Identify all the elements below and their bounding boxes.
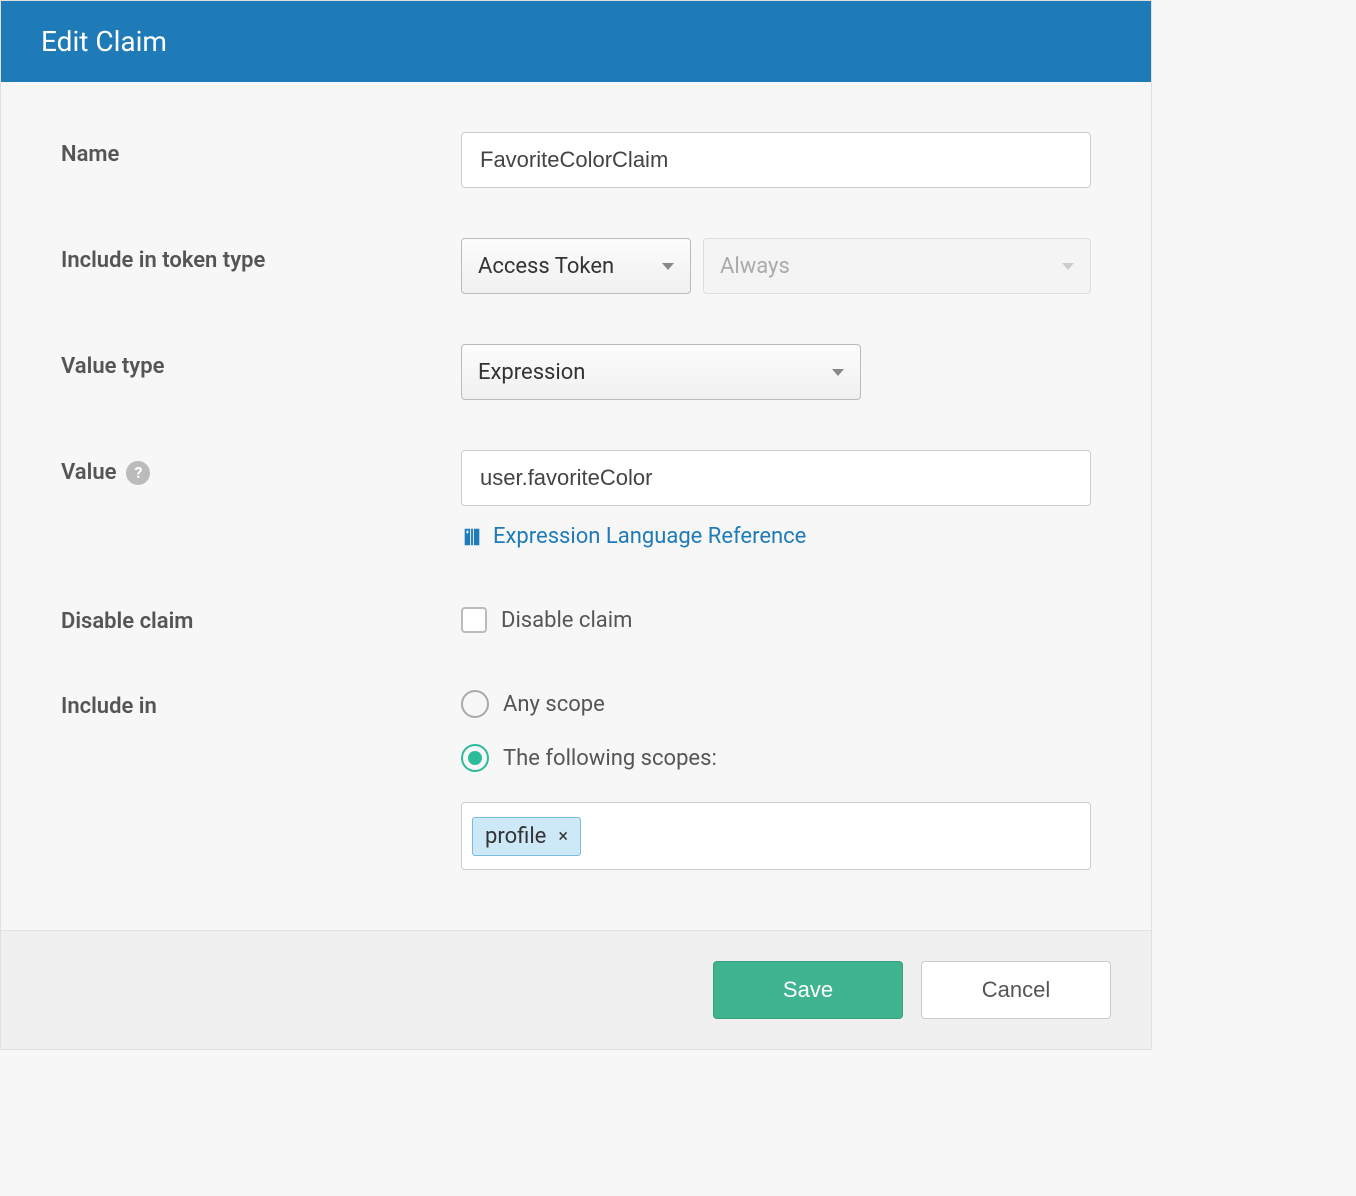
token-when-value: Always: [720, 254, 790, 279]
label-include-token-type: Include in token type: [61, 238, 461, 273]
name-input[interactable]: [461, 132, 1091, 188]
row-name: Name: [61, 132, 1091, 188]
label-value-type: Value type: [61, 344, 461, 379]
label-name: Name: [61, 132, 461, 167]
book-icon: [461, 526, 483, 548]
scope-tag: profile ×: [472, 817, 581, 856]
expression-reference-link[interactable]: Expression Language Reference: [461, 524, 1091, 549]
label-disable-claim: Disable claim: [61, 599, 461, 634]
row-disable-claim: Disable claim Disable claim: [61, 599, 1091, 634]
modal-title: Edit Claim: [41, 25, 167, 58]
row-include-in: Include in Any scope The following scope…: [61, 684, 1091, 870]
token-type-select[interactable]: Access Token: [461, 238, 691, 294]
include-in-radio-group: Any scope The following scopes:: [461, 684, 1091, 772]
radio-following-scopes-label: The following scopes:: [503, 746, 717, 771]
disable-claim-checkbox[interactable]: [461, 607, 487, 633]
scope-tag-label: profile: [485, 824, 546, 849]
cancel-button[interactable]: Cancel: [921, 961, 1111, 1019]
label-value: Value ?: [61, 450, 461, 485]
value-type-value: Expression: [478, 360, 585, 385]
radio-following-scopes-input[interactable]: [461, 744, 489, 772]
modal-body: Name Include in token type Access Token …: [1, 82, 1151, 930]
row-value: Value ? Expression Language Reference: [61, 450, 1091, 549]
value-input[interactable]: [461, 450, 1091, 506]
radio-any-scope-label: Any scope: [503, 692, 605, 717]
close-icon[interactable]: ×: [558, 826, 568, 847]
link-text: Expression Language Reference: [493, 524, 806, 549]
token-type-value: Access Token: [478, 254, 614, 279]
caret-down-icon: [832, 369, 844, 376]
scopes-tag-input[interactable]: profile ×: [461, 802, 1091, 870]
radio-following-scopes[interactable]: The following scopes:: [461, 744, 1091, 772]
value-type-select[interactable]: Expression: [461, 344, 861, 400]
disable-claim-checkbox-label: Disable claim: [501, 608, 632, 633]
radio-any-scope-input[interactable]: [461, 690, 489, 718]
label-include-in: Include in: [61, 684, 461, 719]
edit-claim-modal: Edit Claim Name Include in token type Ac…: [0, 0, 1152, 1050]
disable-claim-checkbox-row[interactable]: Disable claim: [461, 599, 1091, 633]
modal-footer: Save Cancel: [1, 930, 1151, 1049]
help-icon[interactable]: ?: [126, 461, 150, 485]
row-include-token-type: Include in token type Access Token Alway…: [61, 238, 1091, 294]
row-value-type: Value type Expression: [61, 344, 1091, 400]
modal-header: Edit Claim: [1, 1, 1151, 82]
caret-down-icon: [662, 263, 674, 270]
caret-down-icon: [1062, 263, 1074, 270]
save-button[interactable]: Save: [713, 961, 903, 1019]
token-when-select: Always: [703, 238, 1091, 294]
radio-any-scope[interactable]: Any scope: [461, 690, 1091, 718]
